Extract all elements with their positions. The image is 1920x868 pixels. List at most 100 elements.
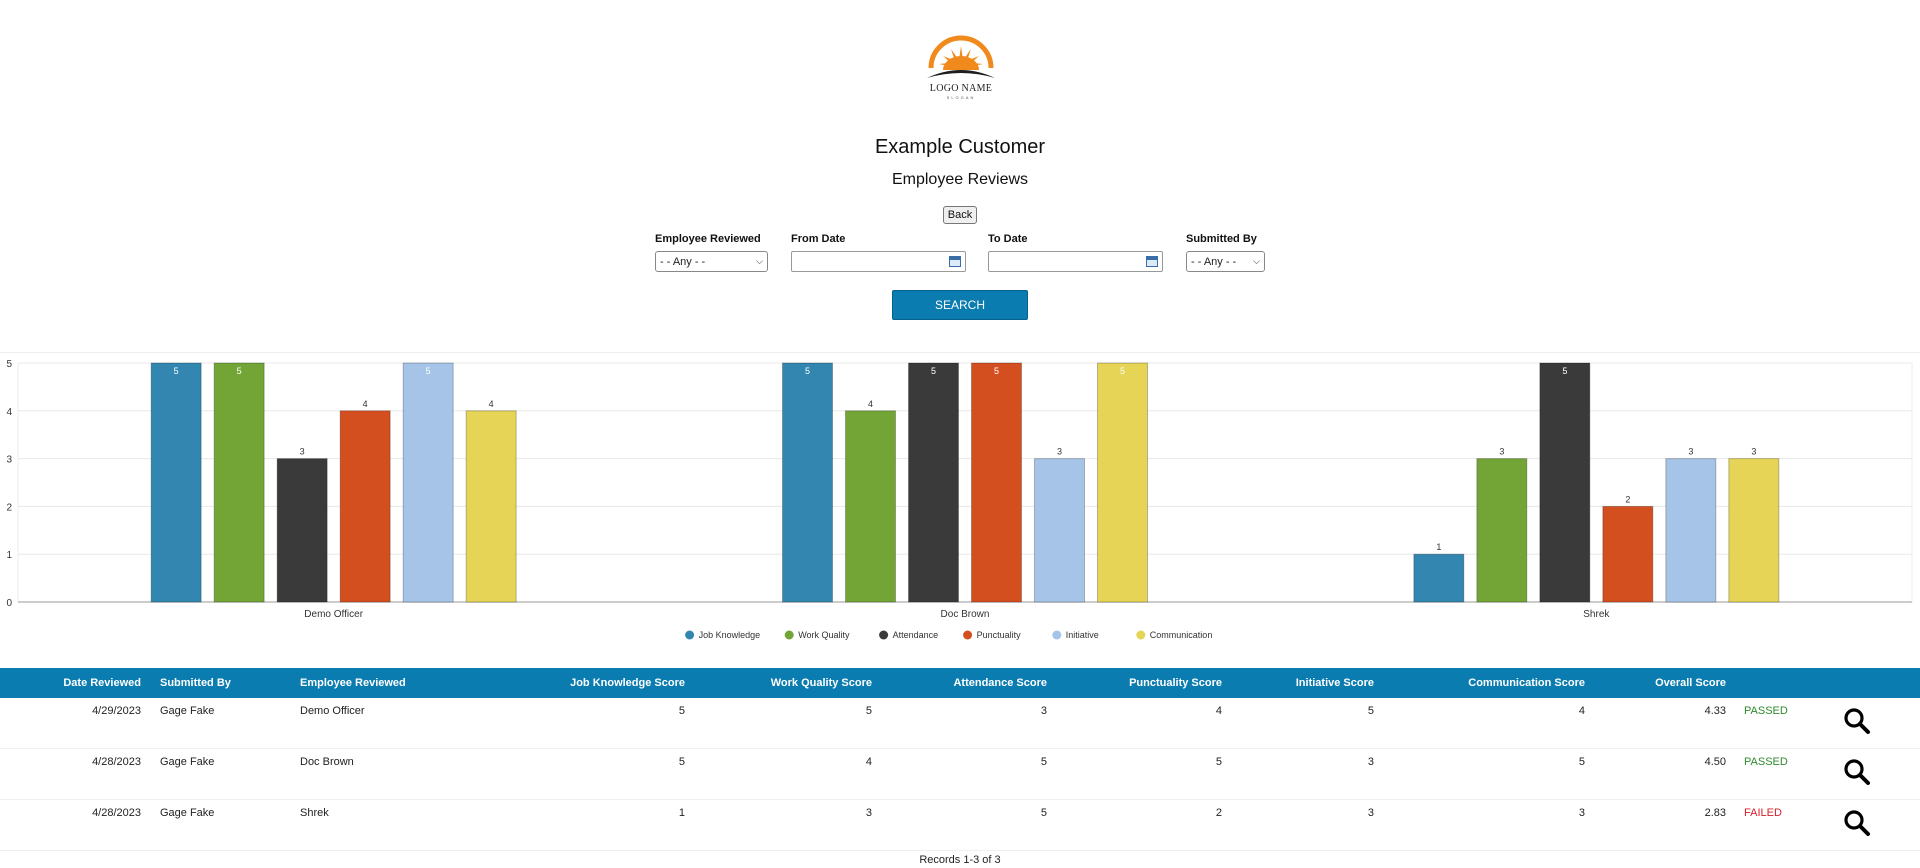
header-communication: Communication Score bbox=[1468, 677, 1585, 689]
cell-communication: 3 bbox=[1578, 807, 1585, 819]
legend-label: Communication bbox=[1150, 630, 1213, 640]
data-label: 3 bbox=[1688, 447, 1693, 457]
bar bbox=[1539, 362, 1591, 603]
header-punctuality: Punctuality Score bbox=[1129, 677, 1222, 689]
bar bbox=[1413, 553, 1465, 603]
chevron-down-icon: ⌵ bbox=[756, 256, 763, 266]
from-date-input[interactable] bbox=[791, 251, 966, 272]
data-label: 3 bbox=[300, 447, 305, 457]
cell-work-quality: 3 bbox=[865, 807, 872, 819]
cell-initiative: 5 bbox=[1367, 705, 1374, 717]
data-label: 3 bbox=[1057, 447, 1062, 457]
employee-reviewed-label: Employee Reviewed bbox=[655, 233, 761, 245]
x-tick-label: Demo Officer bbox=[304, 609, 363, 620]
cell-employee: Shrek bbox=[300, 807, 329, 819]
cell-job-knowledge: 5 bbox=[678, 705, 685, 717]
search-button[interactable]: SEARCH bbox=[892, 290, 1028, 320]
customer-name: Example Customer bbox=[874, 136, 1046, 158]
data-label: 3 bbox=[1499, 447, 1504, 457]
bar bbox=[845, 410, 896, 603]
cell-overall: 4.50 bbox=[1704, 756, 1726, 768]
header-employee-reviewed: Employee Reviewed bbox=[300, 677, 406, 689]
cell-punctuality: 5 bbox=[1215, 756, 1222, 768]
data-label: 5 bbox=[994, 366, 999, 376]
cell-overall: 4.33 bbox=[1704, 705, 1726, 717]
status-badge: PASSED bbox=[1744, 705, 1788, 717]
y-tick-label: 3 bbox=[6, 455, 12, 466]
magnifier-icon[interactable] bbox=[1843, 707, 1871, 735]
cell-work-quality: 5 bbox=[865, 705, 872, 717]
cell-attendance: 3 bbox=[1040, 705, 1047, 717]
employee-reviewed-select[interactable]: - - Any - - ⌵ bbox=[655, 251, 768, 272]
data-label: 5 bbox=[1120, 366, 1125, 376]
table-header: Date Reviewed Submitted By Employee Revi… bbox=[0, 668, 1920, 698]
header-work-quality: Work Quality Score bbox=[770, 677, 872, 689]
bar bbox=[1665, 458, 1717, 603]
records-count: Records 1-3 of 3 bbox=[919, 854, 1001, 866]
magnifier-icon[interactable] bbox=[1843, 809, 1871, 837]
data-label: 4 bbox=[489, 399, 494, 409]
cell-work-quality: 4 bbox=[865, 756, 872, 768]
data-label: 4 bbox=[363, 399, 368, 409]
cell-communication: 4 bbox=[1578, 705, 1585, 717]
filter-from-date: From Date bbox=[791, 233, 966, 272]
company-logo: LOGO NAME SLOGAN bbox=[925, 34, 997, 100]
table-row: 4/28/2023 Gage Fake Shrek 1 3 5 2 3 3 2.… bbox=[0, 800, 1920, 851]
calendar-icon[interactable] bbox=[949, 256, 961, 267]
data-label: 4 bbox=[868, 399, 873, 409]
data-label: 5 bbox=[931, 366, 936, 376]
cell-punctuality: 4 bbox=[1215, 705, 1222, 717]
legend-label: Initiative bbox=[1066, 630, 1099, 640]
cell-overall: 2.83 bbox=[1704, 807, 1726, 819]
bar bbox=[1476, 458, 1528, 603]
cell-employee: Doc Brown bbox=[300, 756, 354, 768]
legend-label: Punctuality bbox=[977, 630, 1022, 640]
cell-submitted-by: Gage Fake bbox=[160, 756, 215, 768]
cell-employee: Demo Officer bbox=[300, 705, 365, 717]
bar bbox=[213, 362, 265, 603]
legend-marker bbox=[879, 630, 889, 640]
y-tick-label: 0 bbox=[6, 598, 12, 609]
table-row: 4/29/2023 Gage Fake Demo Officer 5 5 3 4… bbox=[0, 698, 1920, 749]
legend-marker bbox=[963, 630, 973, 640]
submitted-by-value: - - Any - - bbox=[1191, 255, 1237, 268]
cell-submitted-by: Gage Fake bbox=[160, 807, 215, 819]
legend-label: Job Knowledge bbox=[699, 630, 761, 640]
y-tick-label: 2 bbox=[6, 502, 12, 513]
cell-attendance: 5 bbox=[1040, 756, 1047, 768]
back-button[interactable]: Back bbox=[943, 206, 977, 224]
calendar-icon[interactable] bbox=[1146, 256, 1158, 267]
table-row: 4/28/2023 Gage Fake Doc Brown 5 4 5 5 3 … bbox=[0, 749, 1920, 800]
scores-bar-chart: 0 1 2 3 4 5 5 5 3 4 5 4 Demo Officer 5 4 5 5 3 5 Doc Brown 1… bbox=[0, 352, 1920, 658]
cell-job-knowledge: 1 bbox=[678, 807, 685, 819]
bar bbox=[276, 458, 328, 603]
bar bbox=[908, 362, 959, 603]
x-tick-label: Shrek bbox=[1583, 609, 1610, 620]
x-tick-label: Doc Brown bbox=[941, 609, 990, 620]
data-label: 5 bbox=[426, 366, 431, 376]
data-label: 3 bbox=[1751, 447, 1756, 457]
header-initiative: Initiative Score bbox=[1295, 677, 1374, 689]
status-badge: PASSED bbox=[1744, 756, 1788, 768]
bar bbox=[339, 410, 391, 603]
y-tick-label: 1 bbox=[6, 550, 12, 561]
header-overall: Overall Score bbox=[1655, 677, 1726, 689]
legend-label: Attendance bbox=[893, 630, 939, 640]
to-date-input[interactable] bbox=[988, 251, 1163, 272]
y-tick-label: 5 bbox=[6, 359, 12, 370]
bar bbox=[1728, 458, 1780, 603]
magnifier-icon[interactable] bbox=[1843, 758, 1871, 786]
data-label: 5 bbox=[237, 366, 242, 376]
submitted-by-select[interactable]: - - Any - - ⌵ bbox=[1186, 251, 1265, 272]
cell-job-knowledge: 5 bbox=[678, 756, 685, 768]
logo-sun-icon bbox=[927, 35, 995, 78]
logo-name: LOGO NAME bbox=[929, 83, 993, 94]
from-date-label: From Date bbox=[791, 233, 846, 245]
data-label: 1 bbox=[1436, 542, 1441, 552]
bar bbox=[782, 362, 833, 603]
bar bbox=[971, 362, 1022, 603]
employee-reviewed-value: - - Any - - bbox=[660, 255, 706, 268]
submitted-by-label: Submitted By bbox=[1186, 233, 1257, 245]
cell-initiative: 3 bbox=[1367, 807, 1374, 819]
cell-date: 4/28/2023 bbox=[92, 807, 141, 819]
